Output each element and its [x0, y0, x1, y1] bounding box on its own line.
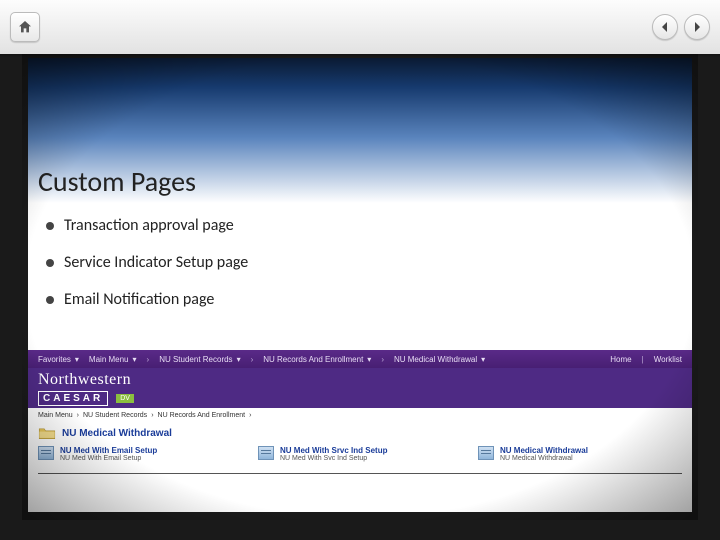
nav-item-favorites[interactable]: Favorites ▾: [38, 355, 79, 364]
breadcrumb-separator: ›: [151, 412, 153, 419]
home-button[interactable]: [10, 12, 40, 42]
page-entry[interactable]: NU Medical Withdrawal NU Medical Withdra…: [478, 446, 628, 462]
page-icon: [38, 446, 54, 460]
bullet-item: Service Indicator Setup page: [46, 253, 674, 272]
brand-name: Northwestern: [38, 371, 134, 389]
bullet-text: Email Notification page: [64, 290, 214, 309]
slide: Custom Pages Transaction approval page S…: [28, 58, 692, 512]
app-topnav: Favorites ▾ Main Menu ▾ › NU Student Recor…: [28, 350, 692, 368]
crumb[interactable]: NU Records And Enrollment: [158, 412, 246, 419]
prev-slide-button[interactable]: [652, 14, 678, 40]
nav-item-medical-withdrawal[interactable]: NU Medical Withdrawal ▾: [394, 355, 485, 364]
bullet-item: Transaction approval page: [46, 216, 674, 235]
nav-divider: |: [642, 355, 644, 364]
app-body: NU Medical Withdrawal NU Med With Email …: [28, 422, 692, 482]
entry-title: NU Med With Srvc Ind Setup: [280, 446, 388, 455]
breadcrumb-separator: ›: [147, 355, 150, 364]
breadcrumb-separator: ›: [251, 355, 254, 364]
folder-row: NU Medical Withdrawal: [38, 426, 682, 440]
chevron-right-icon: [692, 22, 702, 32]
entry-sub: NU Med With Svc Ind Setup: [280, 455, 388, 462]
nav-arrows: [652, 14, 710, 40]
nav-worklist-link[interactable]: Worklist: [654, 355, 682, 364]
nav-label: NU Student Records: [159, 355, 232, 364]
entries-row: NU Med With Email Setup NU Med With Emai…: [38, 446, 682, 462]
entry-sub: NU Med With Email Setup: [60, 455, 157, 462]
caret-down-icon: ▾: [237, 355, 241, 364]
breadcrumb-separator: ›: [77, 412, 79, 419]
bullet-text: Transaction approval page: [64, 216, 234, 235]
bullet-text: Service Indicator Setup page: [64, 253, 248, 272]
nav-label: NU Medical Withdrawal: [394, 355, 477, 364]
bullet-item: Email Notification page: [46, 290, 674, 309]
chevron-left-icon: [660, 22, 670, 32]
page-icon: [258, 446, 274, 460]
home-icon: [17, 19, 33, 35]
caret-down-icon: ▾: [481, 355, 485, 364]
app-breadcrumb: Main Menu › NU Student Records › NU Record…: [28, 408, 692, 422]
nav-label: Main Menu: [89, 355, 129, 364]
nav-item-mainmenu[interactable]: Main Menu ▾: [89, 355, 137, 364]
page-icon: [478, 446, 494, 460]
bullet-list: Transaction approval page Service Indica…: [46, 216, 674, 327]
crumb[interactable]: Main Menu: [38, 412, 73, 419]
page-entry[interactable]: NU Med With Srvc Ind Setup NU Med With S…: [258, 446, 408, 462]
app-screenshot: Favorites ▾ Main Menu ▾ › NU Student Recor…: [28, 350, 692, 512]
next-slide-button[interactable]: [684, 14, 710, 40]
nav-item-student-records[interactable]: NU Student Records ▾: [159, 355, 240, 364]
page-entry[interactable]: NU Med With Email Setup NU Med With Emai…: [38, 446, 188, 462]
caret-down-icon: ▾: [133, 355, 137, 364]
nav-label: NU Records And Enrollment: [263, 355, 363, 364]
brand-env-badge: DV: [116, 394, 134, 403]
caret-down-icon: ▾: [75, 355, 79, 364]
breadcrumb-separator: ›: [249, 412, 251, 419]
nav-label: Favorites: [38, 355, 71, 364]
brand-sub: CAESAR: [38, 391, 108, 406]
entry-sub: NU Medical Withdrawal: [500, 455, 588, 462]
caret-down-icon: ▾: [367, 355, 371, 364]
crumb[interactable]: NU Student Records: [83, 412, 147, 419]
folder-icon: [38, 426, 56, 440]
entry-title: NU Med With Email Setup: [60, 446, 157, 455]
entry-title: NU Medical Withdrawal: [500, 446, 588, 455]
nav-item-records-enrollment[interactable]: NU Records And Enrollment ▾: [263, 355, 371, 364]
slide-stage: Custom Pages Transaction approval page S…: [0, 0, 720, 540]
slide-title: Custom Pages: [38, 164, 196, 199]
viewer-toolbar: [0, 0, 720, 54]
app-brand-bar: Northwestern CAESAR DV: [28, 368, 692, 408]
folder-link[interactable]: NU Medical Withdrawal: [62, 428, 172, 439]
breadcrumb-separator: ›: [381, 355, 384, 364]
divider: [38, 472, 682, 474]
nav-home-link[interactable]: Home: [610, 355, 631, 364]
